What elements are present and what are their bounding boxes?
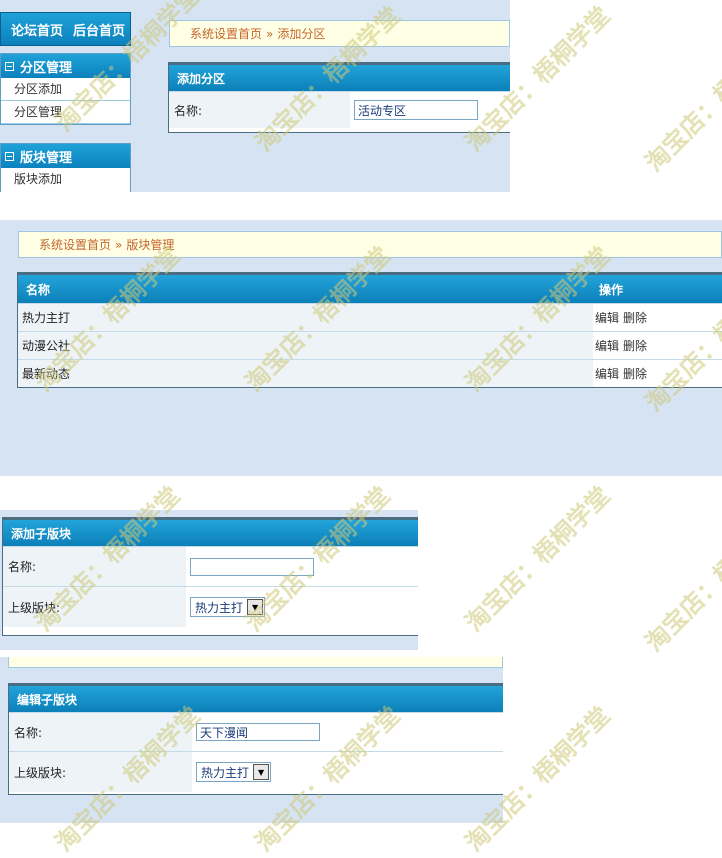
sidebar-section-zone: 分区管理 分区添加 分区管理 — [0, 53, 131, 125]
watermark-text: 淘宝店：梧桐学堂 — [639, 21, 722, 178]
column-header-actions: 操作 — [599, 282, 624, 297]
delete-link[interactable]: 删除 — [623, 337, 647, 354]
dropdown-arrow-icon[interactable]: ▼ — [247, 599, 264, 615]
breadcrumb-current: 版块管理 — [126, 238, 175, 252]
table-row: 最新动态 编辑 删除 — [18, 359, 722, 387]
table-header: 名称 操作 — [18, 275, 722, 303]
watermark-text: 淘宝店：梧桐学堂 — [459, 481, 616, 638]
sidebar-item-zone-add[interactable]: 分区添加 — [1, 78, 130, 101]
form-row-name: 名称: 活动专区 — [169, 91, 510, 128]
collapse-icon[interactable] — [5, 61, 14, 71]
row-actions: 编辑 删除 — [593, 304, 722, 331]
watermark-text: 淘宝店：梧桐学堂 — [639, 501, 722, 658]
parent-board-value: 热力主打 — [195, 600, 244, 615]
form-row-name: 名称: 天下漫闻 — [9, 712, 503, 751]
breadcrumb: 系统设置首页 » 版块管理 — [18, 231, 722, 258]
row-actions: 编辑 删除 — [593, 360, 722, 387]
edit-link[interactable]: 编辑 — [595, 337, 619, 354]
breadcrumb-home-link[interactable]: 系统设置首页 — [190, 25, 262, 42]
breadcrumb-strip — [8, 657, 503, 668]
parent-label: 上级版块: — [3, 587, 186, 627]
form-title: 编辑子版块 — [9, 686, 503, 712]
sidebar-section-board: 版块管理 版块添加 — [0, 143, 131, 192]
name-label: 名称: — [3, 547, 186, 586]
subboard-name-input[interactable]: 天下漫闻 — [196, 723, 320, 741]
sidebar-item-zone-manage[interactable]: 分区管理 — [1, 101, 130, 124]
edit-link[interactable]: 编辑 — [595, 309, 619, 326]
add-subboard-screen: 添加子版块 名称: 上级版块: 热力主打 ▼ — [0, 510, 418, 650]
name-cell: 活动专区 — [350, 92, 510, 128]
name-label: 名称: — [9, 713, 192, 751]
delete-link[interactable]: 删除 — [623, 365, 647, 382]
edit-subboard-form: 编辑子版块 名称: 天下漫闻 上级版块: 热力主打 ▼ — [8, 683, 503, 795]
edit-subboard-screen: 编辑子版块 名称: 天下漫闻 上级版块: 热力主打 ▼ — [0, 657, 503, 823]
add-zone-screen: 论坛首页 后台首页 分区管理 分区添加 分区管理 版块管理 版块添加 系统设置首… — [0, 0, 510, 192]
delete-link[interactable]: 删除 — [623, 309, 647, 326]
admin-home-link[interactable]: 后台首页 — [73, 20, 125, 39]
top-nav-bar: 论坛首页 后台首页 — [0, 12, 131, 46]
parent-board-select[interactable]: 热力主打 ▼ — [190, 597, 266, 617]
row-name: 最新动态 — [22, 367, 71, 381]
parent-board-select[interactable]: 热力主打 ▼ — [196, 762, 272, 782]
row-actions: 编辑 删除 — [593, 332, 722, 359]
form-row-parent: 上级版块: 热力主打 ▼ — [9, 751, 503, 792]
collapse-icon[interactable] — [5, 151, 14, 161]
parent-label: 上级版块: — [9, 752, 192, 792]
name-label: 名称: — [169, 92, 350, 128]
name-cell — [186, 547, 418, 586]
sidebar-section-header[interactable]: 版块管理 — [1, 144, 130, 168]
dropdown-arrow-icon[interactable]: ▼ — [253, 764, 270, 780]
sidebar-section-title: 分区管理 — [20, 60, 73, 76]
subboard-name-input[interactable] — [190, 557, 314, 576]
add-subboard-form: 添加子版块 名称: 上级版块: 热力主打 ▼ — [2, 517, 418, 636]
form-row-parent: 上级版块: 热力主打 ▼ — [3, 586, 418, 627]
add-zone-form: 添加分区 名称: 活动专区 — [168, 62, 510, 133]
breadcrumb-home-link[interactable]: 系统设置首页 — [39, 236, 111, 253]
parent-cell: 热力主打 ▼ — [192, 752, 503, 792]
zone-name-input[interactable]: 活动专区 — [354, 100, 478, 120]
row-name: 动漫公社 — [22, 339, 71, 353]
form-title: 添加分区 — [169, 65, 510, 91]
row-name: 热力主打 — [22, 311, 71, 325]
table-row: 动漫公社 编辑 删除 — [18, 331, 722, 359]
column-header-name: 名称 — [26, 282, 51, 297]
form-title: 添加子版块 — [3, 520, 418, 546]
breadcrumb-separator: » — [266, 26, 274, 41]
table-row: 热力主打 编辑 删除 — [18, 303, 722, 331]
board-table: 名称 操作 热力主打 编辑 删除 动漫公社 编辑 删除 最新动态 编辑 删除 — [17, 272, 722, 388]
sidebar-item-board-add[interactable]: 版块添加 — [1, 168, 130, 190]
sidebar-section-title: 版块管理 — [20, 150, 73, 166]
form-row-name: 名称: — [3, 546, 418, 586]
breadcrumb-current: 添加分区 — [277, 27, 326, 41]
parent-cell: 热力主打 ▼ — [186, 587, 418, 627]
breadcrumb-separator: » — [115, 237, 123, 252]
sidebar-section-header[interactable]: 分区管理 — [1, 54, 130, 78]
parent-board-value: 热力主打 — [201, 765, 250, 780]
edit-link[interactable]: 编辑 — [595, 365, 619, 382]
forum-home-link[interactable]: 论坛首页 — [11, 20, 63, 39]
breadcrumb: 系统设置首页 » 添加分区 — [169, 20, 510, 47]
name-cell: 天下漫闻 — [192, 713, 503, 751]
